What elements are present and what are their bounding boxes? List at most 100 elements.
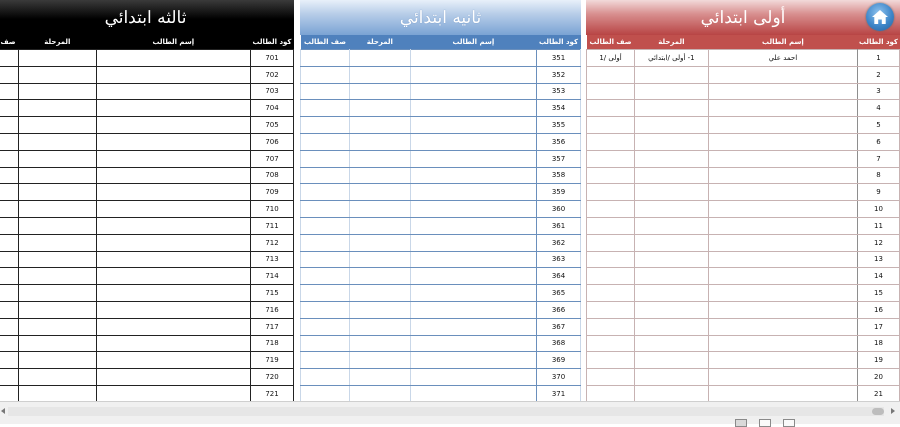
grade1-cell-name[interactable] bbox=[707, 183, 859, 202]
grade3-cell-name[interactable] bbox=[95, 384, 252, 401]
grade1-cell-code[interactable]: 18 bbox=[857, 334, 900, 353]
grade2-cell-class[interactable] bbox=[300, 149, 350, 168]
grade2-cell-code[interactable]: 368 bbox=[536, 334, 581, 353]
grade2-cell-code[interactable]: 354 bbox=[536, 99, 581, 118]
grade2-cell-class[interactable] bbox=[300, 368, 350, 386]
grade3-cell-class[interactable] bbox=[0, 284, 19, 302]
grade3-cell-name[interactable] bbox=[95, 49, 252, 67]
grade3-cell-stage[interactable] bbox=[17, 317, 97, 336]
scrollbar-thumb[interactable] bbox=[872, 408, 884, 415]
grade3-cell-class[interactable] bbox=[0, 250, 19, 269]
grade2-cell-name[interactable] bbox=[409, 368, 538, 386]
grade1-cell-name[interactable]: احمد علي bbox=[707, 49, 859, 67]
grade1-cell-stage[interactable] bbox=[633, 250, 709, 269]
grade2-cell-code[interactable]: 361 bbox=[536, 216, 581, 235]
grade3-cell-stage[interactable] bbox=[17, 300, 97, 319]
grade1-cell-stage[interactable] bbox=[633, 300, 709, 319]
grade3-cell-stage[interactable] bbox=[17, 183, 97, 202]
grade1-cell-name[interactable] bbox=[707, 284, 859, 302]
grade1-cell-name[interactable] bbox=[707, 132, 859, 151]
grade3-cell-code[interactable]: 718 bbox=[250, 334, 294, 353]
grade2-cell-name[interactable] bbox=[409, 149, 538, 168]
grade3-cell-name[interactable] bbox=[95, 200, 252, 218]
grade2-cell-class[interactable] bbox=[300, 99, 350, 118]
grade3-cell-class[interactable] bbox=[0, 384, 19, 401]
grade3-cell-name[interactable] bbox=[95, 250, 252, 269]
grade1-cell-code[interactable]: 8 bbox=[857, 166, 900, 185]
grade1-cell-stage[interactable] bbox=[633, 82, 709, 101]
grade2-cell-code[interactable]: 370 bbox=[536, 368, 581, 386]
grade2-cell-class[interactable] bbox=[300, 216, 350, 235]
grade3-cell-code[interactable]: 717 bbox=[250, 317, 294, 336]
grade2-cell-stage[interactable] bbox=[348, 132, 411, 151]
grade3-cell-class[interactable] bbox=[0, 49, 19, 67]
grade2-cell-class[interactable] bbox=[300, 116, 350, 134]
grade2-cell-stage[interactable] bbox=[348, 351, 411, 370]
grade1-cell-name[interactable] bbox=[707, 116, 859, 134]
grade2-cell-class[interactable] bbox=[300, 351, 350, 370]
grade2-cell-class[interactable] bbox=[300, 65, 350, 84]
grade1-cell-class[interactable]: أولى /1 bbox=[586, 49, 635, 67]
grade3-cell-stage[interactable] bbox=[17, 334, 97, 353]
grade2-cell-code[interactable]: 369 bbox=[536, 351, 581, 370]
grade1-cell-code[interactable]: 21 bbox=[857, 384, 900, 401]
grade1-cell-class[interactable] bbox=[586, 200, 635, 218]
grade3-cell-class[interactable] bbox=[0, 233, 19, 252]
grade3-cell-code[interactable]: 705 bbox=[250, 116, 294, 134]
grade1-cell-code[interactable]: 14 bbox=[857, 267, 900, 286]
grade3-cell-name[interactable] bbox=[95, 284, 252, 302]
grade3-cell-code[interactable]: 719 bbox=[250, 351, 294, 370]
grade1-cell-class[interactable] bbox=[586, 384, 635, 401]
grade3-cell-name[interactable] bbox=[95, 82, 252, 101]
grade1-cell-stage[interactable]: 1- أولى /ابتدائي bbox=[633, 49, 709, 67]
grade2-cell-stage[interactable] bbox=[348, 200, 411, 218]
grade3-cell-class[interactable] bbox=[0, 368, 19, 386]
grade3-cell-name[interactable] bbox=[95, 132, 252, 151]
grade1-cell-class[interactable] bbox=[586, 166, 635, 185]
grade2-cell-code[interactable]: 358 bbox=[536, 166, 581, 185]
grade2-cell-name[interactable] bbox=[409, 351, 538, 370]
grade2-cell-code[interactable]: 359 bbox=[536, 183, 581, 202]
grade2-cell-name[interactable] bbox=[409, 49, 538, 67]
grade3-cell-class[interactable] bbox=[0, 166, 19, 185]
grade3-cell-stage[interactable] bbox=[17, 384, 97, 401]
grade2-cell-class[interactable] bbox=[300, 317, 350, 336]
grade3-cell-code[interactable]: 702 bbox=[250, 65, 294, 84]
grade1-cell-stage[interactable] bbox=[633, 334, 709, 353]
grade2-cell-stage[interactable] bbox=[348, 233, 411, 252]
grade1-cell-class[interactable] bbox=[586, 334, 635, 353]
grade3-cell-code[interactable]: 708 bbox=[250, 166, 294, 185]
grade3-cell-class[interactable] bbox=[0, 351, 19, 370]
grade2-cell-stage[interactable] bbox=[348, 65, 411, 84]
grade1-cell-code[interactable]: 5 bbox=[857, 116, 900, 134]
grade1-cell-stage[interactable] bbox=[633, 267, 709, 286]
grade2-cell-class[interactable] bbox=[300, 233, 350, 252]
grade1-cell-code[interactable]: 16 bbox=[857, 300, 900, 319]
grade2-cell-class[interactable] bbox=[300, 166, 350, 185]
grade2-cell-stage[interactable] bbox=[348, 216, 411, 235]
grade2-cell-code[interactable]: 357 bbox=[536, 149, 581, 168]
grade2-cell-stage[interactable] bbox=[348, 49, 411, 67]
grade1-cell-stage[interactable] bbox=[633, 317, 709, 336]
grade3-cell-code[interactable]: 712 bbox=[250, 233, 294, 252]
grade3-cell-name[interactable] bbox=[95, 300, 252, 319]
grade1-cell-stage[interactable] bbox=[633, 149, 709, 168]
grade3-cell-class[interactable] bbox=[0, 65, 19, 84]
scroll-left-arrow-icon[interactable] bbox=[1, 408, 5, 414]
grade1-cell-code[interactable]: 13 bbox=[857, 250, 900, 269]
grade2-cell-code[interactable]: 360 bbox=[536, 200, 581, 218]
grade2-cell-name[interactable] bbox=[409, 132, 538, 151]
grade3-cell-name[interactable] bbox=[95, 334, 252, 353]
grade2-cell-name[interactable] bbox=[409, 250, 538, 269]
grade1-cell-name[interactable] bbox=[707, 149, 859, 168]
grade1-cell-class[interactable] bbox=[586, 368, 635, 386]
page-layout-view-icon[interactable] bbox=[759, 419, 771, 427]
grade2-cell-name[interactable] bbox=[409, 216, 538, 235]
grade2-cell-class[interactable] bbox=[300, 284, 350, 302]
grade2-cell-class[interactable] bbox=[300, 132, 350, 151]
grade1-cell-code[interactable]: 7 bbox=[857, 149, 900, 168]
grade1-cell-stage[interactable] bbox=[633, 233, 709, 252]
grade2-cell-code[interactable]: 367 bbox=[536, 317, 581, 336]
normal-view-icon[interactable] bbox=[735, 419, 747, 427]
grade1-cell-code[interactable]: 3 bbox=[857, 82, 900, 101]
